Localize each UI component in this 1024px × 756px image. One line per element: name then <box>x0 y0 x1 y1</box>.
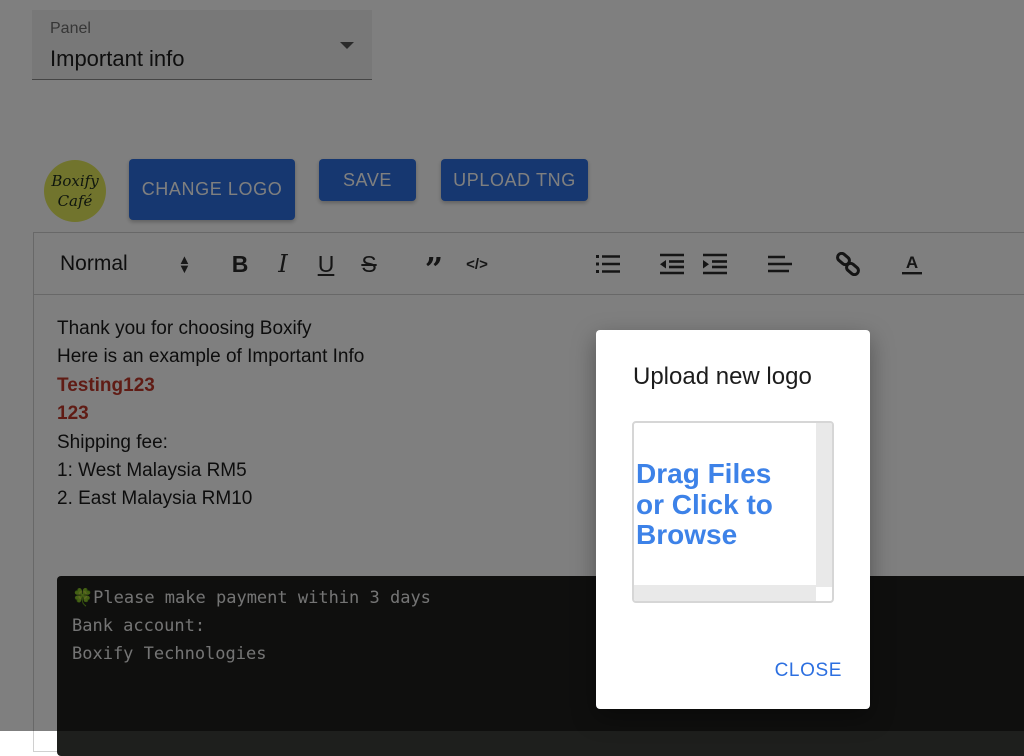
close-button[interactable]: CLOSE <box>775 660 842 682</box>
page: Panel Important info Boxify Café CHANGE … <box>0 0 1024 756</box>
modal-backdrop[interactable] <box>0 0 1024 731</box>
upload-logo-dialog: Upload new logo Drag Files or Click to B… <box>596 330 870 709</box>
file-dropzone[interactable]: Drag Files or Click to Browse <box>632 421 834 603</box>
dialog-title: Upload new logo <box>633 363 812 390</box>
horizontal-scrollbar[interactable] <box>634 585 816 601</box>
dropzone-text[interactable]: Drag Files or Click to Browse <box>636 458 806 551</box>
vertical-scrollbar[interactable] <box>816 423 832 587</box>
